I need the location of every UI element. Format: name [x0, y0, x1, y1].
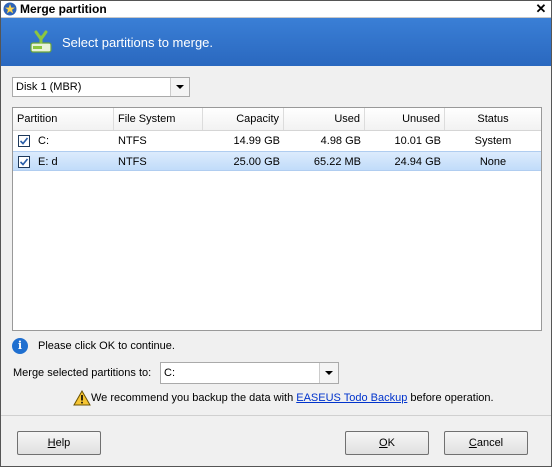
disk-dropdown[interactable]: Disk 1 (MBR): [12, 77, 190, 97]
warning-icon: [73, 389, 91, 406]
column-header-used[interactable]: Used: [284, 108, 365, 130]
partition-fs: NTFS: [118, 135, 147, 147]
list-header: Partition File System Capacity Used Unus…: [13, 108, 541, 131]
app-star-icon: [3, 2, 17, 16]
cancel-mnemonic: C: [468, 437, 477, 449]
warning-suffix: before operation.: [407, 392, 494, 404]
partition-checkbox[interactable]: [18, 135, 30, 147]
column-header-partition[interactable]: Partition: [13, 108, 114, 130]
merge-to-dropdown[interactable]: C:: [160, 362, 339, 384]
banner-heading: Select partitions to merge.: [62, 34, 214, 50]
ok-button[interactable]: OK: [345, 431, 429, 455]
ok-label: K: [387, 437, 395, 449]
chevron-down-icon: [176, 85, 184, 89]
column-header-status[interactable]: Status: [445, 108, 541, 130]
merge-disk-icon: [28, 29, 54, 55]
partition-checkbox[interactable]: [18, 156, 30, 168]
merge-to-value: C:: [164, 367, 175, 379]
close-button[interactable]: ✕: [533, 1, 549, 16]
ok-mnemonic: O: [379, 437, 388, 449]
partition-capacity: 25.00 GB: [233, 156, 280, 168]
cancel-button[interactable]: Cancel: [444, 431, 528, 455]
partition-capacity: 14.99 GB: [233, 135, 280, 147]
title-bar: Merge partition ✕: [1, 1, 551, 18]
chevron-down-icon: [325, 371, 333, 375]
partition-status: System: [474, 135, 512, 147]
backup-warning: We recommend you backup the data with EA…: [73, 389, 494, 406]
partition-fs: NTFS: [118, 156, 147, 168]
partition-used: 65.22 MB: [313, 156, 361, 168]
partition-unused: 24.94 GB: [394, 156, 441, 168]
help-label: elp: [55, 437, 71, 449]
disk-dropdown-value: Disk 1 (MBR): [16, 81, 82, 93]
partition-name: E: d: [38, 156, 58, 168]
warning-prefix: We recommend you backup the data with: [91, 392, 297, 404]
merge-to-label: Merge selected partitions to:: [13, 367, 152, 379]
partition-status: None: [479, 156, 507, 168]
easeus-todo-backup-link[interactable]: EASEUS Todo Backup: [296, 392, 407, 404]
partition-name: C:: [38, 135, 49, 147]
table-row[interactable]: E: d NTFS 25.00 GB 65.22 MB 24.94 GB Non…: [13, 151, 541, 171]
column-header-unused[interactable]: Unused: [365, 108, 445, 130]
help-button[interactable]: Help: [17, 431, 101, 455]
merge-partition-dialog: Merge partition ✕ Select partitions to m…: [0, 0, 552, 467]
help-mnemonic: H: [47, 437, 56, 449]
table-row[interactable]: C: NTFS 14.99 GB 4.98 GB 10.01 GB System: [13, 131, 541, 151]
footer-divider: [1, 415, 551, 416]
partition-used: 4.98 GB: [320, 135, 361, 147]
merge-to-dropdown-button[interactable]: [319, 363, 338, 383]
cancel-label: ancel: [476, 437, 504, 449]
info-message: i Please click OK to continue.: [12, 338, 175, 354]
column-header-capacity[interactable]: Capacity: [203, 108, 284, 130]
header-banner: Select partitions to merge.: [1, 18, 551, 66]
column-header-file-system[interactable]: File System: [114, 108, 203, 130]
warning-text: We recommend you backup the data with EA…: [91, 392, 494, 404]
disk-dropdown-button[interactable]: [170, 78, 189, 96]
partition-unused: 10.01 GB: [394, 135, 441, 147]
info-text: Please click OK to continue.: [38, 340, 175, 352]
info-icon: i: [12, 338, 28, 354]
window-title: Merge partition: [20, 2, 107, 16]
partition-list: Partition File System Capacity Used Unus…: [12, 107, 542, 331]
